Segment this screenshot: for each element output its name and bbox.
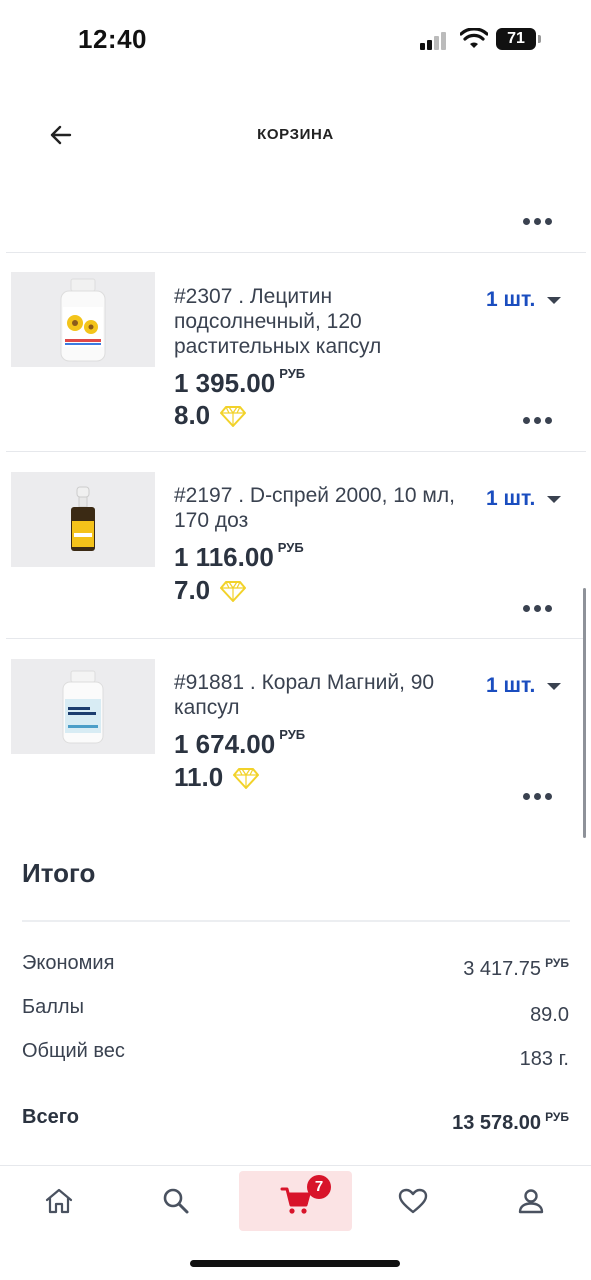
header: КОРЗИНА xyxy=(0,100,591,170)
item-price: 1 674.00 РУБ xyxy=(174,727,306,760)
price-value: 1 674.00 xyxy=(174,729,276,759)
quantity-value: 1 шт. xyxy=(486,487,536,510)
item-title[interactable]: #2197 . D-спрей 2000, 10 мл, 170 доз xyxy=(174,483,464,533)
more-options-button[interactable] xyxy=(517,786,557,806)
currency-label: РУБ xyxy=(279,727,306,742)
item-price: 1 116.00 РУБ xyxy=(174,540,304,573)
item-points: 8.0 xyxy=(174,400,247,431)
home-icon xyxy=(45,1188,73,1214)
cart-item: #91881 . Корал Магний, 90 капсул 1 шт. 1… xyxy=(0,659,591,819)
currency-label: РУБ xyxy=(277,540,304,555)
cart-item: #2307 . Лецитин подсолнечный, 120 растит… xyxy=(0,272,591,452)
item-points: 7.0 xyxy=(174,575,247,606)
quantity-value: 1 шт. xyxy=(486,674,536,697)
nav-favorites[interactable] xyxy=(357,1171,469,1231)
more-options-button[interactable] xyxy=(517,598,557,618)
summary-title: Итого xyxy=(22,858,96,888)
wifi-icon xyxy=(460,28,488,48)
nav-home[interactable] xyxy=(3,1171,115,1231)
total-value: 13 578.00 РУБ xyxy=(452,1110,569,1135)
economy-amount: 3 417.75 xyxy=(463,958,542,980)
points-value: 11.0 xyxy=(174,762,224,792)
chevron-down-icon xyxy=(547,495,562,503)
divider xyxy=(22,920,570,922)
page-title: КОРЗИНА xyxy=(257,126,334,143)
total-label: Всего xyxy=(22,1106,79,1128)
item-title[interactable]: #91881 . Корал Магний, 90 капсул xyxy=(174,670,464,720)
item-price: 1 395.00 РУБ xyxy=(174,366,306,399)
signal-icon xyxy=(420,30,450,50)
nav-profile[interactable] xyxy=(475,1171,587,1231)
currency-label: РУБ xyxy=(545,1110,569,1124)
cart-item: #2197 . D-спрей 2000, 10 мл, 170 доз 1 ш… xyxy=(0,472,591,639)
points-value: 7.0 xyxy=(174,575,211,605)
price-value: 1 395.00 xyxy=(174,368,276,398)
battery-indicator: 71 xyxy=(496,28,541,50)
points-value: 8.0 xyxy=(174,400,211,430)
weight-label: Общий вес xyxy=(22,1040,125,1062)
chevron-down-icon xyxy=(547,682,562,690)
status-time: 12:40 xyxy=(78,24,147,54)
price-value: 1 116.00 xyxy=(174,542,274,572)
points-total-value: 89.0 xyxy=(530,1004,569,1026)
divider xyxy=(6,252,586,253)
total-amount: 13 578.00 xyxy=(452,1112,542,1134)
lecithin-bottle-image xyxy=(60,278,106,361)
quantity-dropdown[interactable]: 1 шт. xyxy=(486,674,562,698)
divider xyxy=(6,638,586,639)
spray-bottle-image xyxy=(71,486,95,551)
user-icon xyxy=(518,1189,544,1214)
status-bar: 12:40 71 xyxy=(0,0,591,80)
economy-label: Экономия xyxy=(22,952,115,974)
product-image[interactable] xyxy=(11,659,155,754)
currency-label: РУБ xyxy=(545,956,569,970)
search-icon xyxy=(163,1188,189,1214)
chevron-down-icon xyxy=(547,296,562,304)
scrollbar[interactable] xyxy=(583,588,586,838)
quantity-dropdown[interactable]: 1 шт. xyxy=(486,288,562,312)
quantity-dropdown[interactable]: 1 шт. xyxy=(486,487,562,511)
nav-search[interactable] xyxy=(120,1171,232,1231)
diamond-icon xyxy=(220,405,247,427)
points-label: Баллы xyxy=(22,996,84,1018)
item-points: 11.0 xyxy=(174,762,260,793)
heart-icon xyxy=(398,1188,428,1214)
diamond-icon xyxy=(220,580,247,602)
item-title[interactable]: #2307 . Лецитин подсолнечный, 120 растит… xyxy=(174,284,464,359)
product-image[interactable] xyxy=(11,272,155,367)
economy-value: 3 417.75 РУБ xyxy=(463,956,569,981)
weight-value: 183 г. xyxy=(519,1048,569,1070)
more-options-button[interactable] xyxy=(517,211,557,231)
divider xyxy=(6,451,586,452)
diamond-icon xyxy=(233,767,260,789)
cart-count-badge: 7 xyxy=(307,1175,331,1199)
more-options-button[interactable] xyxy=(517,410,557,430)
home-indicator xyxy=(190,1260,400,1267)
nav-cart[interactable]: 7 xyxy=(239,1171,352,1231)
currency-label: РУБ xyxy=(279,366,306,381)
product-image[interactable] xyxy=(11,472,155,567)
magnesium-bottle-image xyxy=(62,670,104,743)
quantity-value: 1 шт. xyxy=(486,288,536,311)
